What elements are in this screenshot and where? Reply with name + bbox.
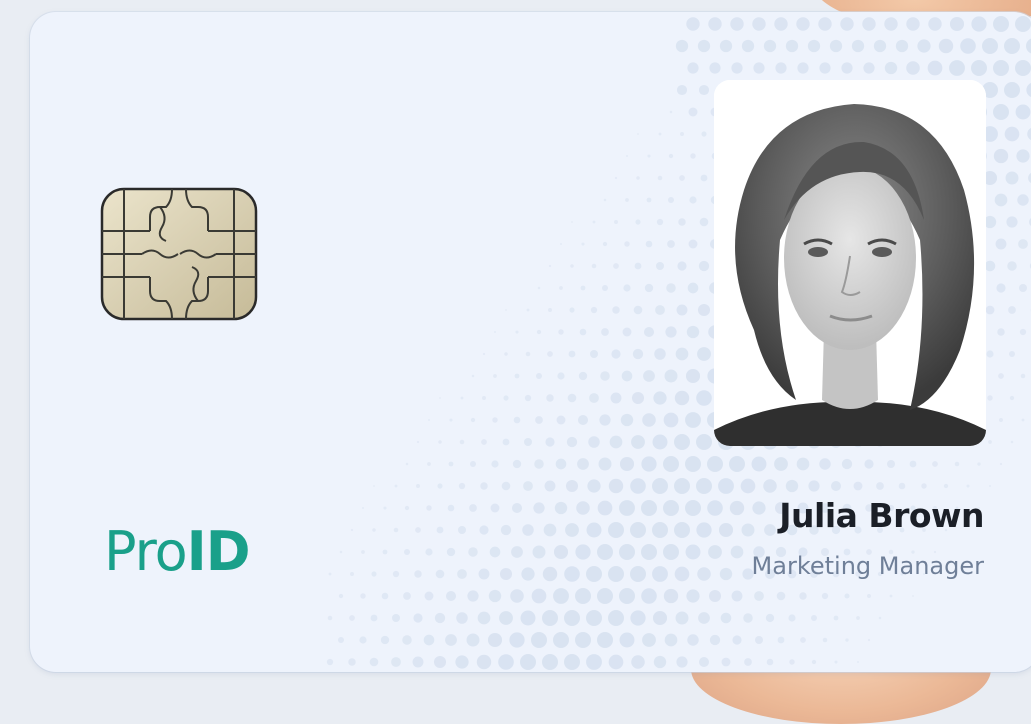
holder-role: Marketing Manager <box>752 552 984 580</box>
holder-name: Julia Brown <box>779 496 984 535</box>
logo-light-text: Pro <box>104 520 187 583</box>
id-card: ProID Julia Brown Marketing Manager <box>30 12 1031 672</box>
smart-card-chip-icon <box>100 187 258 321</box>
holder-photo <box>714 80 986 446</box>
logo-bold-text: ID <box>187 520 250 583</box>
brand-logo: ProID <box>104 520 250 583</box>
